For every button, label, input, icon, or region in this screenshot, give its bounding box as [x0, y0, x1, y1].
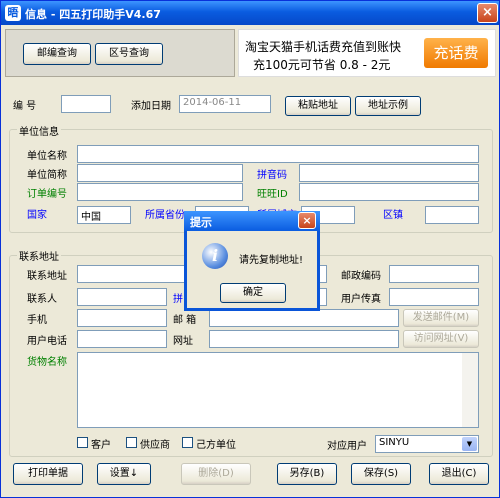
- ad-line2: 充100元可节省 0.8 - 2元: [253, 58, 391, 72]
- user-select-value: SINYU: [379, 437, 410, 448]
- postcode-query-button[interactable]: 邮编查询: [23, 43, 91, 65]
- window-title: 信息 - 四五打印助手V4.67: [25, 8, 161, 21]
- dialog-ok-button[interactable]: 确定: [220, 283, 286, 303]
- address-label: 联系地址: [27, 271, 67, 282]
- postcode-field[interactable]: [389, 265, 479, 283]
- delete-button[interactable]: 删除(D): [181, 463, 251, 485]
- user-select[interactable]: SINYU ▼: [375, 435, 479, 453]
- supplier-checkbox[interactable]: [126, 437, 137, 448]
- order-field[interactable]: [77, 183, 243, 201]
- postcode-label: 邮政编码: [341, 271, 381, 282]
- unit-short-label: 单位简称: [27, 170, 67, 181]
- country-label: 国家: [27, 210, 47, 221]
- pinyin-label: 拼音码: [257, 170, 287, 181]
- id-label: 编 号: [13, 101, 37, 112]
- paste-address-button[interactable]: 粘贴地址: [285, 96, 351, 116]
- unit-name-field[interactable]: [77, 145, 479, 163]
- address-example-button[interactable]: 地址示例: [355, 96, 421, 116]
- order-label: 订单编号: [27, 189, 67, 200]
- visit-url-button[interactable]: 访问网址(V): [403, 330, 479, 348]
- own-unit-label: 己方单位: [196, 440, 236, 451]
- supplier-label: 供应商: [140, 440, 170, 451]
- email-label: 邮 箱: [173, 315, 197, 326]
- id-field[interactable]: [61, 95, 111, 113]
- wangwang-label: 旺旺ID: [257, 189, 288, 200]
- send-mail-button[interactable]: 发送邮件(M): [403, 309, 479, 327]
- customer-checkbox[interactable]: [77, 437, 88, 448]
- dialog-title: 提示: [190, 216, 212, 229]
- date-label: 添加日期: [131, 101, 171, 112]
- district-label: 区镇: [383, 210, 403, 221]
- app-icon: 晤: [5, 5, 21, 21]
- person-field[interactable]: [77, 288, 167, 306]
- save-as-button[interactable]: 另存(B): [277, 463, 337, 485]
- wangwang-field[interactable]: [299, 183, 479, 201]
- url-label: 网址: [173, 336, 193, 347]
- pinyin-field[interactable]: [299, 164, 479, 182]
- fax-label: 用户传真: [341, 294, 381, 305]
- phone-field[interactable]: [77, 330, 167, 348]
- email-field[interactable]: [209, 309, 399, 327]
- url-field[interactable]: [209, 330, 399, 348]
- main-window: 晤 信息 - 四五打印助手V4.67 × 邮编查询 区号查询 淘宝天猫手机话费充…: [0, 0, 500, 498]
- chevron-down-icon[interactable]: ▼: [462, 437, 477, 451]
- province-label: 所属省份: [145, 210, 185, 221]
- print-button[interactable]: 打印单据: [13, 463, 83, 485]
- mobile-label: 手机: [27, 315, 47, 326]
- info-icon: i: [202, 243, 228, 269]
- phone-label: 用户电话: [27, 336, 67, 347]
- district-field[interactable]: [425, 206, 479, 224]
- close-button[interactable]: ×: [477, 3, 498, 23]
- settings-button[interactable]: 设置↓: [97, 463, 151, 485]
- fax-field[interactable]: [389, 288, 479, 306]
- recharge-ad-banner[interactable]: 淘宝天猫手机话费充值到账快 充100元可节省 0.8 - 2元 充话费: [238, 29, 496, 77]
- unit-short-field[interactable]: [77, 164, 243, 182]
- country-field[interactable]: 中国: [77, 206, 131, 224]
- save-button[interactable]: 保存(S): [351, 463, 411, 485]
- goods-scrollbar[interactable]: [462, 353, 478, 427]
- alert-dialog: 提示 × i 请先复制地址! 确定: [184, 211, 320, 311]
- date-field[interactable]: 2014-06-11: [179, 95, 271, 113]
- person-label: 联系人: [27, 294, 57, 305]
- mobile-field[interactable]: [77, 309, 167, 327]
- dialog-close-button[interactable]: ×: [298, 212, 316, 229]
- user-label: 对应用户: [327, 441, 367, 452]
- goods-label: 货物名称: [27, 357, 67, 368]
- customer-label: 客户: [91, 440, 111, 451]
- goods-field[interactable]: [77, 352, 479, 428]
- title-bar[interactable]: 晤 信息 - 四五打印助手V4.67 ×: [1, 1, 499, 25]
- own-unit-checkbox[interactable]: [182, 437, 193, 448]
- unit-info-title: 单位信息: [17, 123, 61, 138]
- contact-title: 联系地址: [17, 248, 61, 263]
- exit-button[interactable]: 退出(C): [429, 463, 489, 485]
- dialog-title-bar[interactable]: 提示 ×: [184, 211, 320, 231]
- recharge-button[interactable]: 充话费: [424, 38, 488, 68]
- contact-pinyin-label: 拼: [173, 294, 183, 305]
- areacode-query-button[interactable]: 区号查询: [95, 43, 163, 65]
- unit-name-label: 单位名称: [27, 151, 67, 162]
- ad-line1: 淘宝天猫手机话费充值到账快: [245, 40, 402, 54]
- dialog-message: 请先复制地址!: [239, 255, 304, 266]
